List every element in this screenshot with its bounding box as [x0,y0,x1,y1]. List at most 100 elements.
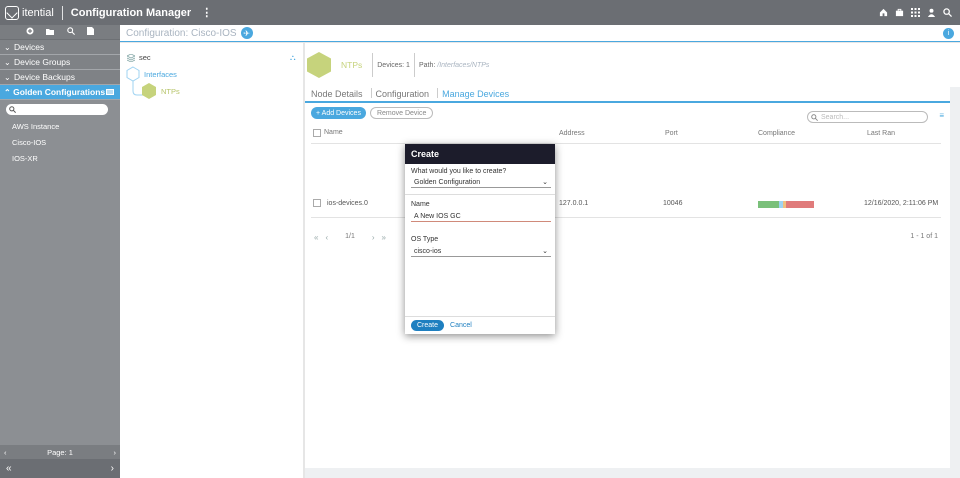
sidebar-item-cisco-ios[interactable]: Cisco-IOS [0,134,120,150]
tab-manage-devices[interactable]: Manage Devices [442,89,509,101]
tree-node-interfaces[interactable]: Interfaces [126,66,177,82]
dialog-footer: Create Cancel [405,316,555,334]
chevron-down-icon: ⌄ [542,248,548,255]
chevron-up-icon: ⌃ [4,88,11,97]
page-title: Configuration: Cisco-IOS [126,27,237,39]
path-label: Path: [418,61,436,69]
info-icon[interactable]: i [943,28,954,39]
node-name: NTPs [341,60,363,70]
chevron-down-icon: ⌄ [4,72,11,82]
sidebar-section-devices[interactable]: ⌄ Devices [0,40,120,55]
sidebar-item-aws-instance[interactable]: AWS Instance [0,118,120,134]
row-checkbox[interactable] [313,199,321,207]
sidebar-section-golden-configurations[interactable]: ⌃ Golden Configurations [0,85,120,100]
sidebar-page-label: Page: 1 [47,447,73,457]
sidebar-search-icon[interactable] [66,27,75,37]
top-bar: itential Configuration Manager ⋮ [0,0,960,25]
table-pager: « ‹ 1/1 › » [314,233,386,242]
pin-icon[interactable]: ✈ [240,27,253,39]
column-header-compliance[interactable]: Compliance [758,130,795,137]
select-all-checkbox[interactable] [313,129,321,137]
os-type-value: cisco-ios [414,247,442,255]
sidebar-section-label: Golden Configurations [13,87,106,97]
path-value: /Interfaces/NTPs [437,61,490,69]
stack-icon [127,53,135,62]
create-dialog: Create What would you like to create? Go… [405,144,555,334]
sidebar-section-device-backups[interactable]: ⌄ Device Backups [0,70,120,85]
name-input[interactable]: A New IOS GC [411,211,551,222]
hexagon-icon [142,83,156,99]
folder-icon[interactable] [46,28,55,37]
node-panel: Node Details Configuration Manage Device… [305,87,950,468]
home-icon[interactable] [878,8,888,18]
divider [405,194,555,195]
next-page-button[interactable]: › [372,233,375,242]
chevron-down-icon: ⌄ [4,57,11,67]
page-indicator: 1/1 [345,233,355,240]
sidebar-filter [0,100,120,118]
first-page-button[interactable]: « [314,233,318,242]
cell-last-ran: 12/16/2020, 2:11:06 PM [864,200,939,207]
compliance-segment [758,201,780,208]
column-header-name[interactable]: Name [324,129,343,136]
tab-configuration[interactable]: Configuration [376,89,430,101]
remove-device-button[interactable]: Remove Device [369,107,434,119]
sidebar-section-device-groups[interactable]: ⌄ Device Groups [0,55,120,70]
sidebar: ⌄ Devices ⌄ Device Groups ⌄ Device Backu… [0,25,120,478]
create-button[interactable]: Create [411,320,445,331]
os-type-label: OS Type [411,236,439,243]
compliance-segment [785,201,814,208]
sidebar-section-label: Device Groups [14,57,71,67]
cancel-button[interactable]: Cancel [450,322,472,329]
create-type-value: Golden Configuration [414,178,481,186]
tree-node-ntps[interactable]: NTPs [142,83,180,99]
divider [61,5,63,20]
user-icon[interactable] [926,8,936,18]
sort-filter-icon[interactable]: ≡ [939,111,944,120]
logo-text: itential [22,6,54,19]
itential-logo[interactable]: itential [5,5,54,20]
node-devices: Devices: 1 [377,62,410,69]
collapse-sidebar-button[interactable]: « [6,463,12,474]
chevron-down-icon: ⌄ [542,179,548,186]
column-header-last-ran[interactable]: Last Ran [867,130,895,137]
tab-node-details[interactable]: Node Details [311,89,363,101]
add-devices-button[interactable]: + Add Devices [311,107,366,119]
sidebar-item-ios-xr[interactable]: IOS-XR [0,150,120,166]
apps-grid-icon[interactable] [910,8,920,18]
divider [372,53,374,77]
column-header-port[interactable]: Port [665,130,678,137]
tree-node-label: NTPs [161,86,180,96]
add-icon[interactable] [26,27,34,37]
sidebar-prev-page[interactable]: ‹ [4,448,7,457]
tree-options-icon[interactable]: ⛬ [290,53,296,63]
tree-node-root[interactable]: sec [127,53,151,62]
tree-node-label: Interfaces [144,69,177,79]
list-icon[interactable] [106,87,114,97]
node-header: NTPs Devices: 1 Path: /Interfaces/NTPs [305,43,960,87]
divider [370,88,372,98]
app-title: Configuration Manager [70,6,192,19]
devices-label: Devices: [377,61,405,69]
name-value: A New IOS GC [414,212,461,220]
column-header-address[interactable]: Address [559,130,585,137]
document-icon[interactable] [86,27,94,37]
node-hexagon-icon [307,52,331,78]
dialog-title: Create [405,144,555,164]
app-menu-icon[interactable]: ⋮ [201,6,212,19]
config-tree: sec ⛬ Interfaces NTPs [120,43,303,478]
os-type-select[interactable]: cisco-ios ⌄ [411,246,551,257]
search-icon[interactable] [942,8,952,18]
main-content: NTPs Devices: 1 Path: /Interfaces/NTPs N… [305,43,960,478]
hexagon-outline-icon [126,66,140,82]
prev-page-button[interactable]: ‹ [325,233,328,242]
create-type-select[interactable]: Golden Configuration ⌄ [411,177,551,188]
divider [437,88,439,98]
device-search-input[interactable]: Search... [807,111,928,123]
cell-name: ios-devices.0 [327,200,368,207]
sidebar-next-page[interactable]: › [113,448,116,457]
briefcase-icon[interactable] [894,8,904,18]
last-page-button[interactable]: » [382,233,386,242]
expand-sidebar-button[interactable]: › [111,463,114,474]
sidebar-filter-input[interactable] [6,103,108,115]
